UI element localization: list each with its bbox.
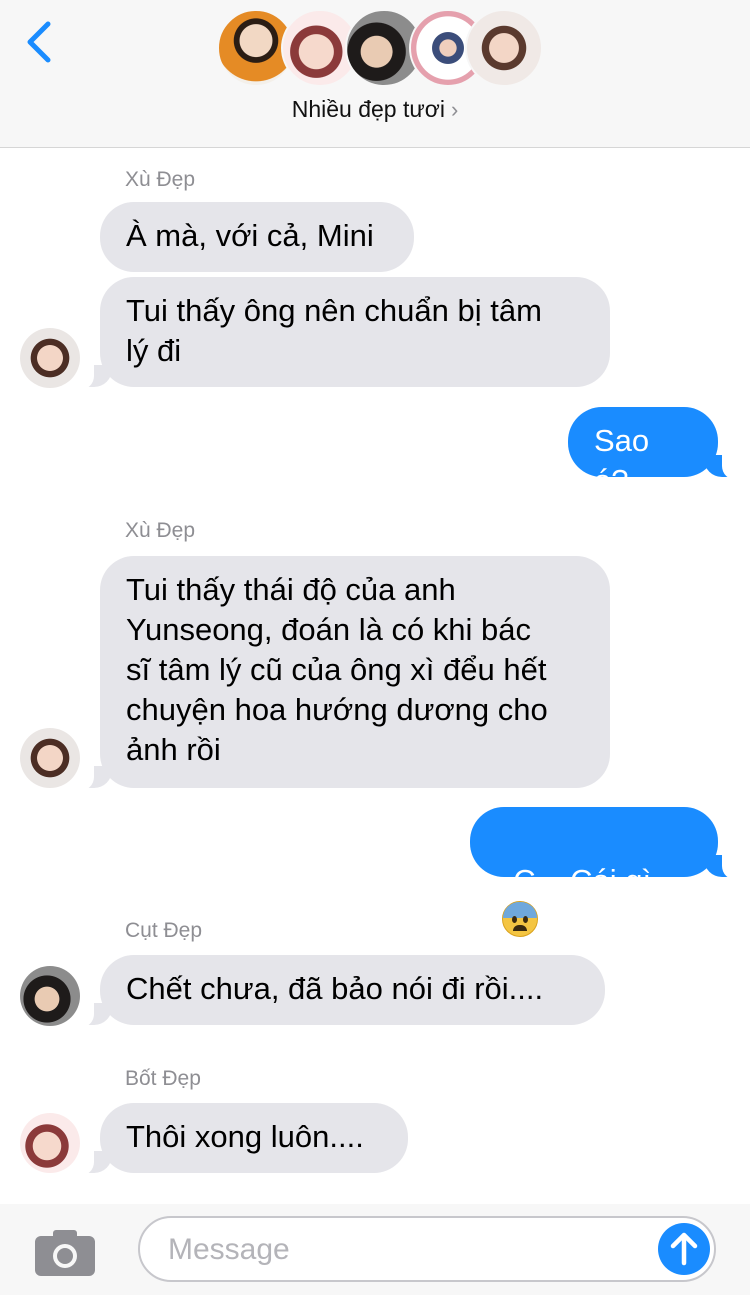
arrow-up-icon [670, 1232, 698, 1266]
message-input[interactable] [166, 1228, 650, 1272]
message-composer [0, 1204, 750, 1295]
avatar[interactable] [20, 1113, 80, 1173]
back-button[interactable] [22, 18, 58, 66]
outgoing-message[interactable]: C....Cái gì [470, 807, 718, 937]
chevron-right-icon: › [450, 97, 459, 122]
incoming-message[interactable]: Chết chưa, đã bảo nói đi rồi.... [100, 955, 605, 1025]
outgoing-message[interactable]: Sao á? [568, 407, 718, 498]
incoming-message[interactable]: Thôi xong luôn.... [100, 1103, 408, 1173]
group-name-button[interactable]: Nhiều đẹp tươi › [0, 96, 750, 123]
avatar[interactable] [20, 966, 80, 1026]
sender-name: Bốt Đẹp [125, 1067, 201, 1090]
sender-name: Xù Đẹp [125, 168, 196, 191]
group-member-avatar [465, 9, 543, 87]
anxious-face-with-sweat-icon [502, 901, 538, 937]
message-input-container[interactable] [138, 1216, 716, 1282]
camera-button[interactable] [33, 1228, 97, 1278]
message-text: C....Cái gì [513, 863, 652, 898]
avatar[interactable] [20, 328, 80, 388]
send-button[interactable] [658, 1223, 710, 1275]
camera-icon [35, 1230, 95, 1276]
incoming-message[interactable]: Tui thấy ông nên chuẩn bị tâm lý đi [100, 277, 610, 387]
avatar[interactable] [20, 728, 80, 788]
sender-name: Cụt Đẹp [125, 919, 203, 942]
sender-name: Xù Đẹp [125, 519, 196, 542]
conversation-header: Nhiều đẹp tươi › [0, 0, 750, 148]
group-name: Nhiều đẹp tươi [291, 96, 445, 122]
incoming-message[interactable]: À mà, với cả, Mini [100, 202, 414, 272]
chevron-left-icon [27, 21, 51, 63]
incoming-message[interactable]: Tui thấy thái độ của anh Yunseong, đoán … [100, 556, 610, 788]
